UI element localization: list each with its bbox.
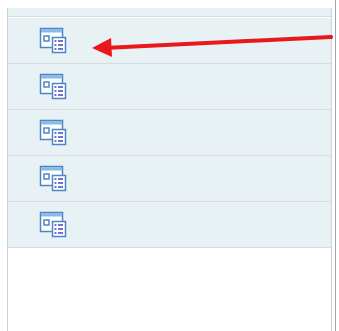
list-item[interactable] — [8, 202, 331, 248]
form-list-icon[interactable] — [39, 165, 68, 193]
window-right-border — [335, 0, 336, 331]
form-list-icon[interactable] — [39, 73, 68, 101]
list-screenshot — [0, 0, 339, 331]
list-top-strip — [8, 8, 331, 17]
form-list-icon[interactable] — [39, 211, 68, 239]
list-item[interactable] — [8, 110, 331, 156]
form-list-icon[interactable] — [39, 119, 68, 147]
list-item[interactable] — [8, 156, 331, 202]
empty-list-area — [8, 248, 331, 331]
list-item[interactable] — [8, 64, 331, 110]
list-item[interactable] — [8, 18, 331, 64]
form-list-icon[interactable] — [39, 27, 68, 55]
